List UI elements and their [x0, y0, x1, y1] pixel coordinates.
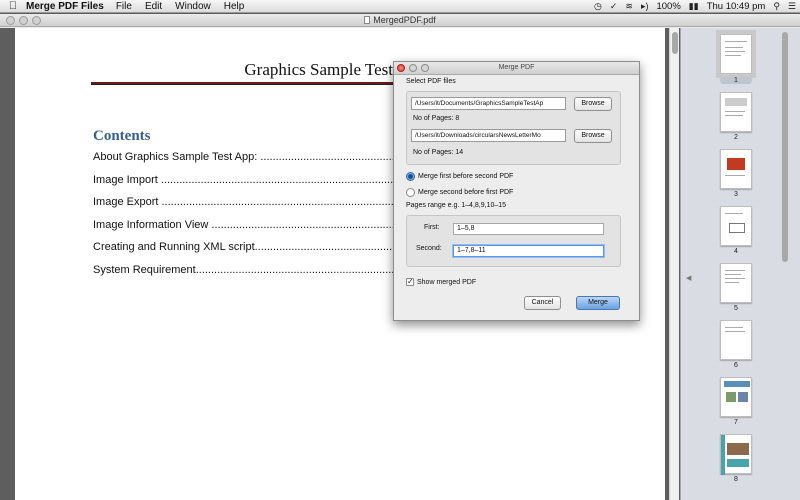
apple-icon[interactable]:  — [0, 0, 26, 12]
title-rule — [91, 82, 411, 85]
thumbnail-number: 6 — [734, 362, 738, 369]
status-area: ◷ ✓ ≋ ▸) 100% ▮▮ Thu 10:49 pm ⚲ ☰ — [586, 0, 796, 13]
menu-edit[interactable]: Edit — [145, 1, 162, 12]
merge-second-before-first-label[interactable]: Merge second before first PDF — [418, 189, 513, 196]
battery-icon[interactable]: ▮▮ — [689, 1, 699, 12]
table-of-contents: About Graphics Sample Test App: ........… — [93, 150, 395, 285]
pages-range-hint: Pages range e.g. 1–4,8,9,10–15 — [406, 202, 507, 209]
first-range-label: First: — [424, 224, 440, 231]
toc-entry[interactable]: System Requirement......................… — [93, 263, 395, 286]
menu-window[interactable]: Window — [175, 1, 211, 12]
second-pdf-path-field[interactable]: /Users/it/Downloads/circularsNewsLetterM… — [411, 129, 566, 142]
first-pdf-page-count: No of Pages: 8 — [413, 115, 460, 122]
sidebar-scrollbar[interactable] — [780, 28, 790, 500]
cancel-button[interactable]: Cancel — [524, 296, 561, 310]
contents-heading: Contents — [93, 128, 151, 144]
bluetooth-icon[interactable]: ✓ — [610, 1, 618, 12]
toc-entry[interactable]: Image Export ...........................… — [93, 195, 395, 218]
thumbnail-number: 8 — [734, 476, 738, 483]
document-icon — [364, 16, 371, 24]
thumbnail-number: 4 — [734, 248, 738, 255]
time-machine-icon[interactable]: ◷ — [594, 1, 602, 12]
volume-icon[interactable]: ▸) — [641, 1, 649, 12]
toc-entry[interactable]: Image Information View .................… — [93, 218, 395, 241]
thumbnail-number: 7 — [734, 419, 738, 426]
merge-first-before-second-label[interactable]: Merge first before second PDF — [418, 173, 513, 180]
menu-clock[interactable]: Thu 10:49 pm — [707, 1, 766, 12]
toc-entry[interactable]: Image Import ...........................… — [93, 173, 395, 196]
page-thumbnail[interactable] — [720, 320, 752, 360]
show-merged-pdf-label[interactable]: Show merged PDF — [417, 279, 476, 286]
second-range-field[interactable]: 1–7,8–11 — [453, 245, 604, 257]
menu-help[interactable]: Help — [224, 1, 245, 12]
thumbnail-number: 2 — [734, 134, 738, 141]
page-thumbnail[interactable] — [716, 30, 756, 78]
thumbnail-number: 3 — [734, 191, 738, 198]
page-thumbnail[interactable] — [720, 377, 752, 417]
sidebar-scroll-knob[interactable] — [782, 32, 788, 262]
second-pdf-page-count: No of Pages: 14 — [413, 149, 464, 156]
page-thumbnail[interactable] — [720, 206, 752, 246]
menu-file[interactable]: File — [116, 1, 132, 12]
dialog-titlebar: Merge PDF — [394, 62, 639, 75]
toc-entry[interactable]: About Graphics Sample Test App: ........… — [93, 150, 395, 173]
select-files-label: Select PDF files — [406, 78, 456, 85]
first-pdf-path-field[interactable]: /Users/it/Documents/GraphicsSampleTestAp — [411, 97, 566, 110]
wifi-icon[interactable]: ≋ — [625, 1, 633, 12]
page-thumbnail[interactable] — [720, 434, 752, 475]
second-range-label: Second: — [416, 245, 442, 252]
first-range-field[interactable]: 1–5,8 — [453, 223, 604, 235]
document-scrollbar[interactable] — [669, 28, 679, 500]
sidebar-splitter-handle[interactable]: ◀ — [686, 274, 691, 282]
page-thumbnail[interactable] — [720, 92, 752, 132]
window-titlebar: MergedPDF.pdf — [0, 14, 800, 27]
thumbnail-number: 5 — [734, 305, 738, 312]
menu-app-name[interactable]: Merge PDF Files — [26, 1, 104, 12]
menu-bar:  Merge PDF Files File Edit Window Help … — [0, 0, 800, 13]
spotlight-search-icon[interactable]: ⚲ — [773, 1, 780, 12]
merge-first-before-second-radio[interactable] — [406, 172, 415, 181]
page-thumbnail[interactable] — [720, 149, 752, 189]
document-scroll-knob[interactable] — [672, 32, 678, 54]
browse-second-button[interactable]: Browse — [574, 129, 612, 143]
page-thumbnail[interactable] — [720, 263, 752, 303]
dialog-title: Merge PDF — [498, 64, 535, 71]
toc-entry[interactable]: Creating and Running XML script.........… — [93, 240, 395, 263]
battery-percent: 100% — [656, 1, 681, 12]
browse-first-button[interactable]: Browse — [574, 97, 612, 111]
notification-list-icon[interactable]: ☰ — [788, 1, 796, 12]
window-title-text: MergedPDF.pdf — [373, 15, 436, 25]
merge-second-before-first-radio[interactable] — [406, 188, 415, 197]
merge-pdf-dialog: Merge PDF Select PDF files /Users/it/Doc… — [393, 61, 640, 321]
window-title: MergedPDF.pdf — [0, 15, 800, 25]
merge-button[interactable]: Merge — [576, 296, 620, 310]
thumbnail-number: 1 — [720, 77, 752, 84]
show-merged-pdf-checkbox[interactable]: ✓ — [406, 278, 414, 286]
